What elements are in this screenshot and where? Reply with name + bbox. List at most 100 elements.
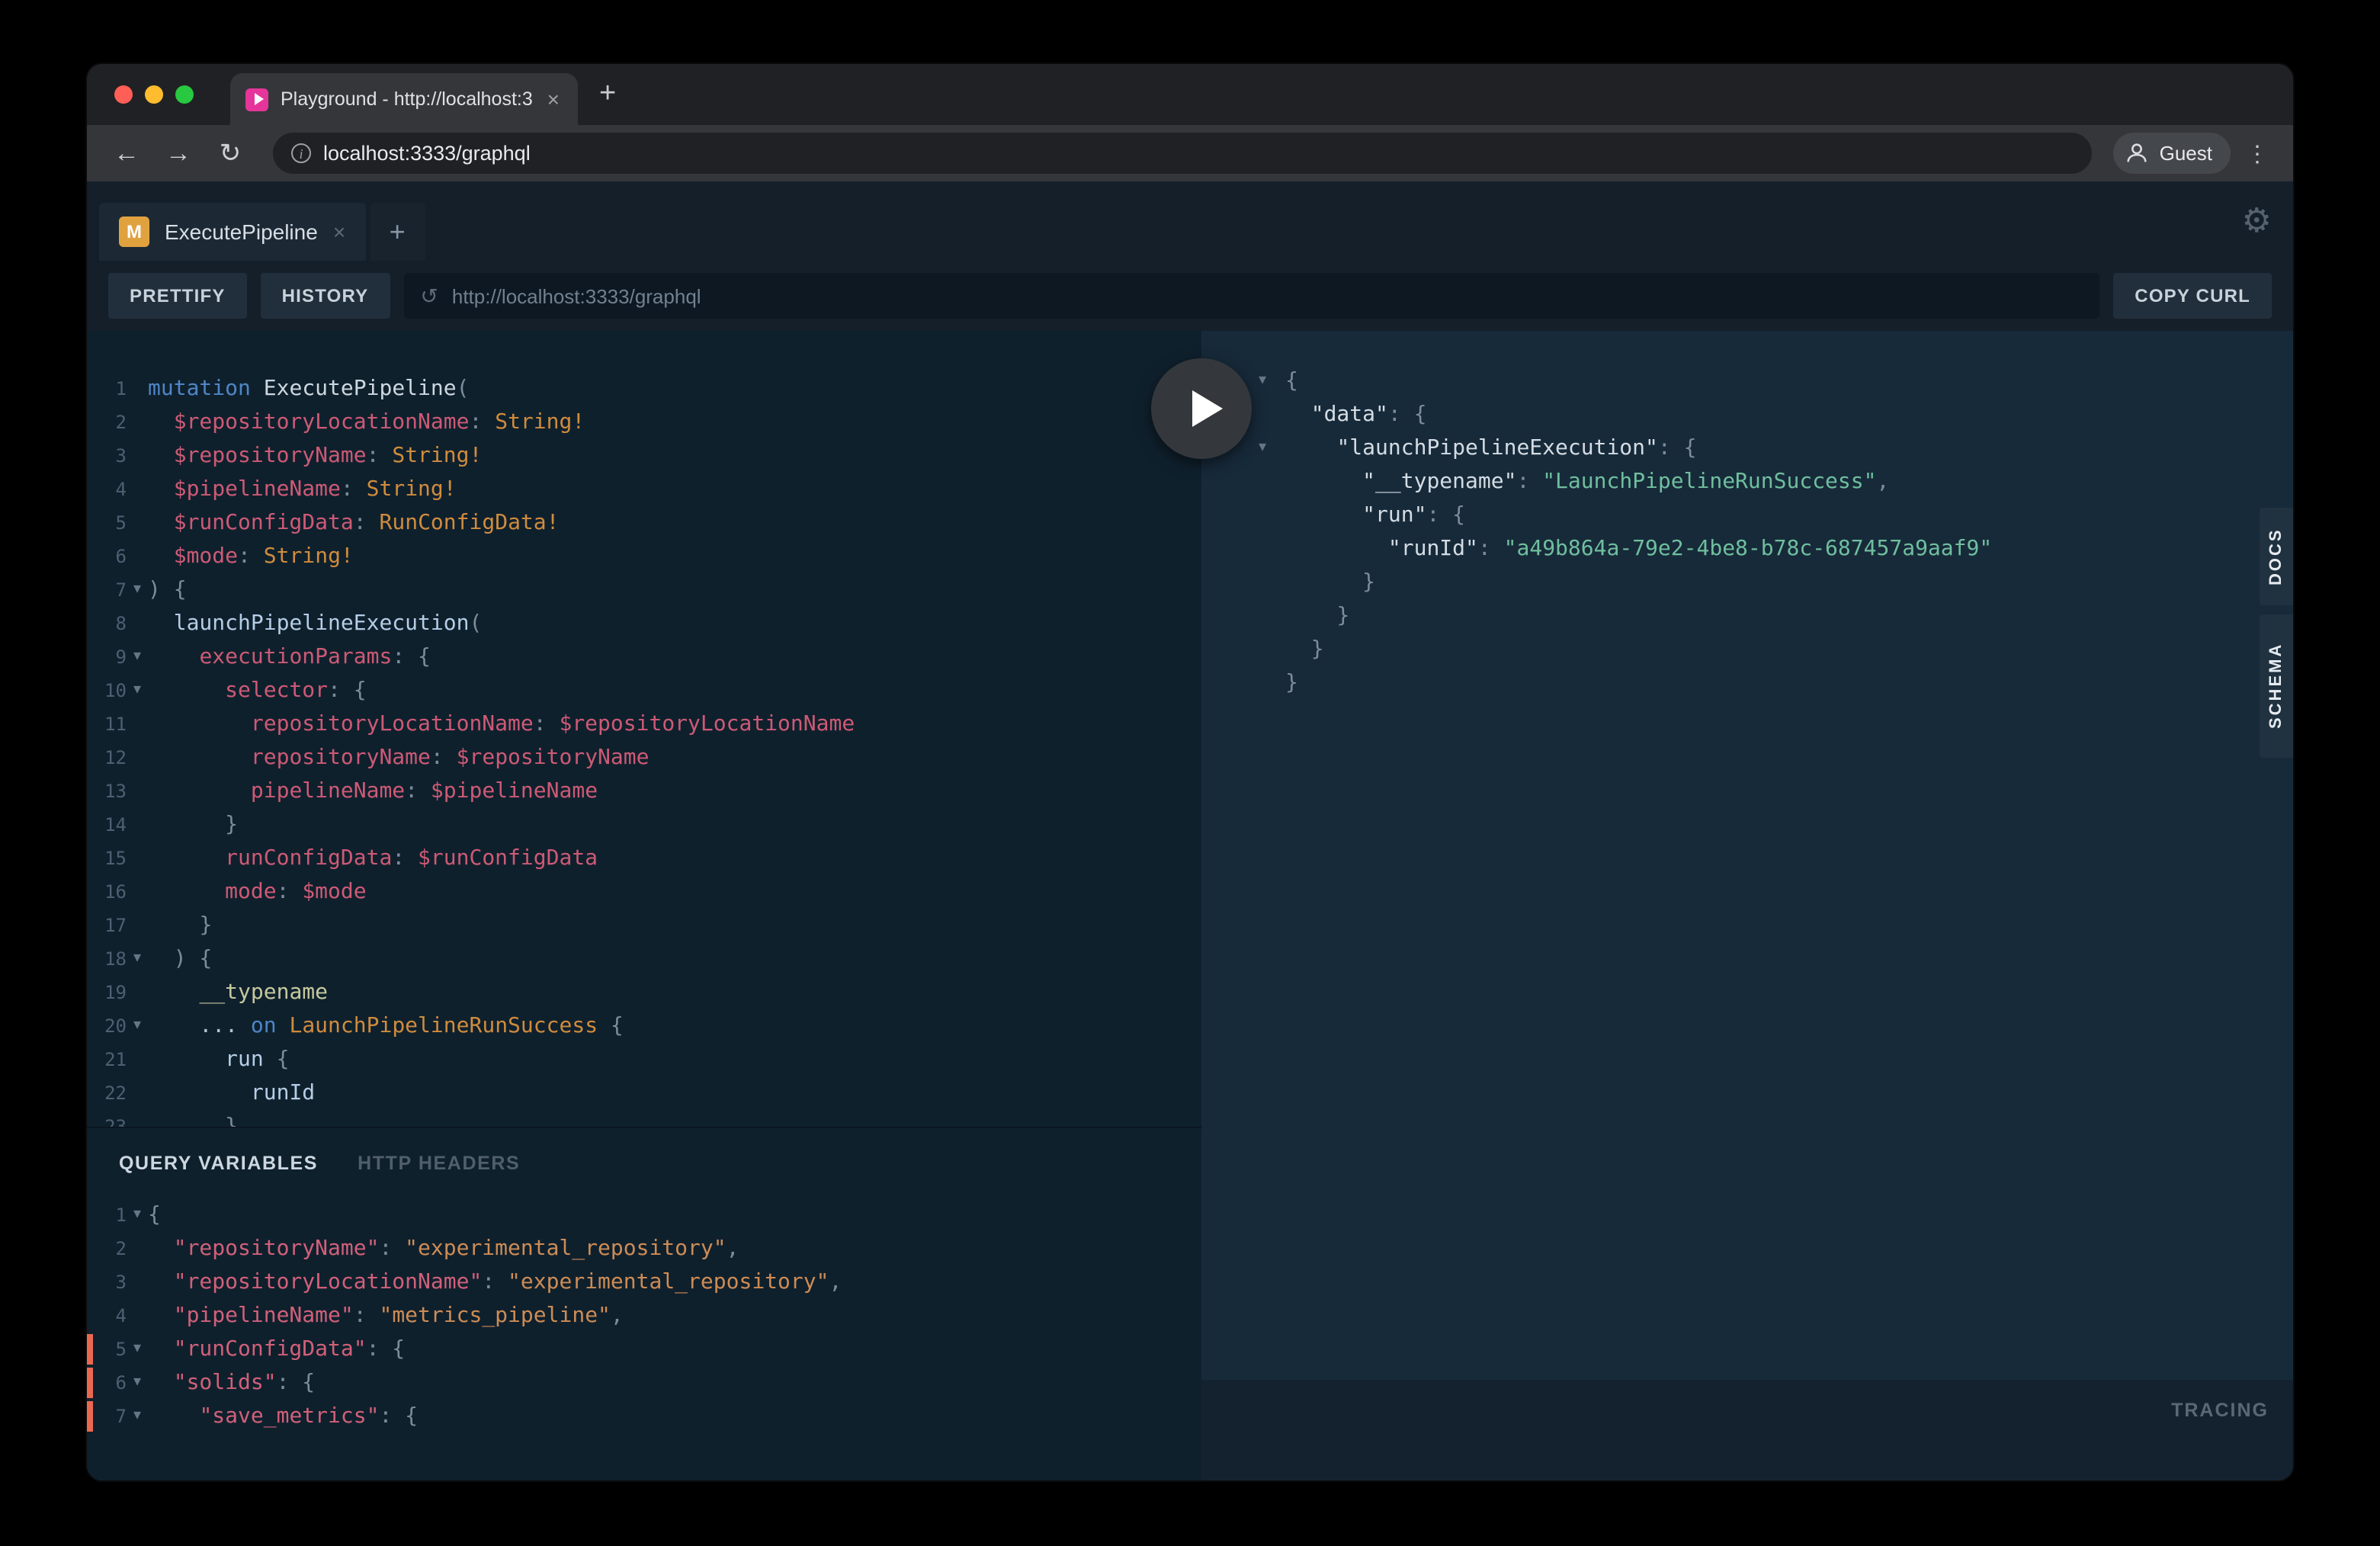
line-number: 11 xyxy=(87,707,127,741)
session-toolbar: PRETTIFY HISTORY ↺ http://localhost:3333… xyxy=(87,261,2293,331)
tab-query-variables[interactable]: QUERY VARIABLES xyxy=(119,1153,318,1174)
code-line: 6 $mode: String! xyxy=(87,540,1201,573)
code-line: 14 } xyxy=(87,808,1201,842)
code-line: "__typename": "LaunchPipelineRunSuccess"… xyxy=(1201,465,2293,499)
line-number: 6 xyxy=(87,540,127,573)
line-number: 9 xyxy=(87,640,127,674)
line-number: 2 xyxy=(87,1232,127,1265)
site-info-icon[interactable]: i xyxy=(291,143,311,163)
fold-caret-icon[interactable]: ▾ xyxy=(1252,431,1273,465)
line-number: 5 xyxy=(87,506,127,540)
query-editor[interactable]: 1mutation ExecutePipeline(2 $repositoryL… xyxy=(87,331,1201,1127)
code-line: 15 runConfigData: $runConfigData xyxy=(87,842,1201,875)
code-line: 16 mode: $mode xyxy=(87,875,1201,909)
error-marker xyxy=(87,1368,93,1398)
line-number: 12 xyxy=(87,741,127,775)
code-line: 17 } xyxy=(87,909,1201,942)
window-controls xyxy=(87,64,218,125)
zoom-window-button[interactable] xyxy=(175,85,194,104)
forward-icon[interactable]: → xyxy=(157,140,200,166)
fold-caret-icon[interactable]: ▾ xyxy=(127,1400,148,1433)
code-line: 2 "repositoryName": "experimental_reposi… xyxy=(87,1232,1201,1265)
error-marker xyxy=(87,1334,93,1365)
tab-schema[interactable]: SCHEMA xyxy=(2260,614,2293,758)
tab-http-headers[interactable]: HTTP HEADERS xyxy=(358,1153,520,1174)
endpoint-url: http://localhost:3333/graphql xyxy=(452,284,701,307)
line-number: 17 xyxy=(87,909,127,942)
tracing-toggle[interactable]: TRACING xyxy=(2171,1400,2269,1480)
code-line: } xyxy=(1201,599,2293,633)
line-number: 23 xyxy=(87,1110,127,1127)
session-close-icon[interactable]: × xyxy=(333,220,345,244)
variables-tabs: QUERY VARIABLES HTTP HEADERS xyxy=(87,1128,1201,1174)
fold-caret-icon[interactable]: ▾ xyxy=(127,573,148,607)
code-line: 6▾ "solids": { xyxy=(87,1366,1201,1400)
code-line: } xyxy=(1201,666,2293,700)
code-line: 2 $repositoryLocationName: String! xyxy=(87,406,1201,439)
endpoint-reload-icon[interactable]: ↺ xyxy=(420,285,438,306)
line-number: 20 xyxy=(87,1009,127,1043)
code-line: 5 $runConfigData: RunConfigData! xyxy=(87,506,1201,540)
address-url: localhost:3333/graphql xyxy=(323,142,531,165)
code-line: 18▾ ) { xyxy=(87,942,1201,976)
fold-caret-icon[interactable]: ▾ xyxy=(1252,364,1273,398)
code-line: 1mutation ExecutePipeline( xyxy=(87,372,1201,406)
query-pane: 1mutation ExecutePipeline(2 $repositoryL… xyxy=(87,331,1201,1480)
mutation-badge: M xyxy=(119,217,149,247)
fold-caret-icon[interactable]: ▾ xyxy=(127,1366,148,1400)
browser-window: Playground - http://localhost:3 × + ← → … xyxy=(87,64,2293,1480)
browser-toolbar: ← → ↻ i localhost:3333/graphql Guest ⋮ xyxy=(87,125,2293,181)
line-number: 18 xyxy=(87,942,127,976)
close-window-button[interactable] xyxy=(114,85,133,104)
line-number: 10 xyxy=(87,674,127,707)
settings-gear-icon[interactable]: ⚙ xyxy=(2242,204,2272,238)
fold-caret-icon[interactable]: ▾ xyxy=(127,640,148,674)
session-body: 1mutation ExecutePipeline(2 $repositoryL… xyxy=(87,331,2293,1480)
session-tab[interactable]: M ExecutePipeline × xyxy=(99,203,365,261)
line-number: 3 xyxy=(87,1265,127,1299)
code-line: 3 "repositoryLocationName": "experimenta… xyxy=(87,1265,1201,1299)
avatar-icon xyxy=(2125,140,2151,166)
playground-tab-bar: M ExecutePipeline × + ⚙ xyxy=(87,181,2293,261)
code-line: 9▾ executionParams: { xyxy=(87,640,1201,674)
tracing-panel: TRACING xyxy=(1201,1380,2293,1480)
execute-button[interactable] xyxy=(1151,358,1252,459)
minimize-window-button[interactable] xyxy=(145,85,163,104)
browser-tab-title: Playground - http://localhost:3 xyxy=(281,88,532,110)
code-line: 12 repositoryName: $repositoryName xyxy=(87,741,1201,775)
code-line: 4 "pipelineName": "metrics_pipeline", xyxy=(87,1299,1201,1333)
new-tab-button[interactable]: + xyxy=(578,64,637,125)
back-icon[interactable]: ← xyxy=(105,140,148,166)
line-number: 3 xyxy=(87,439,127,473)
query-variables-panel: QUERY VARIABLES HTTP HEADERS 1▾{2 "repos… xyxy=(87,1127,1201,1480)
fold-caret-icon[interactable]: ▾ xyxy=(127,674,148,707)
code-line: 19 __typename xyxy=(87,976,1201,1009)
prettify-button[interactable]: PRETTIFY xyxy=(108,273,247,319)
address-bar[interactable]: i localhost:3333/graphql xyxy=(273,133,2093,174)
code-line: } xyxy=(1201,633,2293,666)
play-icon xyxy=(1192,390,1222,427)
line-number: 4 xyxy=(87,473,127,506)
fold-caret-icon[interactable]: ▾ xyxy=(127,1333,148,1366)
tab-close-icon[interactable]: × xyxy=(544,88,563,110)
code-line: 21 run { xyxy=(87,1043,1201,1076)
code-line: 3 $repositoryName: String! xyxy=(87,439,1201,473)
browser-menu-icon[interactable]: ⋮ xyxy=(2240,140,2275,167)
copy-curl-button[interactable]: COPY CURL xyxy=(2113,273,2272,319)
browser-tab[interactable]: Playground - http://localhost:3 × xyxy=(230,73,578,125)
history-button[interactable]: HISTORY xyxy=(261,273,390,319)
fold-caret-icon[interactable]: ▾ xyxy=(127,1009,148,1043)
endpoint-input[interactable]: ↺ http://localhost:3333/graphql xyxy=(403,273,2099,319)
fold-caret-icon[interactable]: ▾ xyxy=(127,942,148,976)
new-session-button[interactable]: + xyxy=(370,203,425,261)
tab-docs[interactable]: DOCS xyxy=(2260,508,2293,605)
code-line: ▾ "launchPipelineExecution": { xyxy=(1201,431,2293,465)
line-number: 21 xyxy=(87,1043,127,1076)
variables-editor[interactable]: 1▾{2 "repositoryName": "experimental_rep… xyxy=(87,1198,1201,1433)
fold-caret-icon[interactable]: ▾ xyxy=(127,1198,148,1232)
reload-icon[interactable]: ↻ xyxy=(209,140,252,166)
profile-button[interactable]: Guest xyxy=(2114,133,2231,174)
sidebar-tabs: DOCS SCHEMA xyxy=(2260,508,2293,767)
response-viewer[interactable]: ▾{ "data": {▾ "launchPipelineExecution":… xyxy=(1201,331,2293,1380)
line-number: 1 xyxy=(87,1198,127,1232)
